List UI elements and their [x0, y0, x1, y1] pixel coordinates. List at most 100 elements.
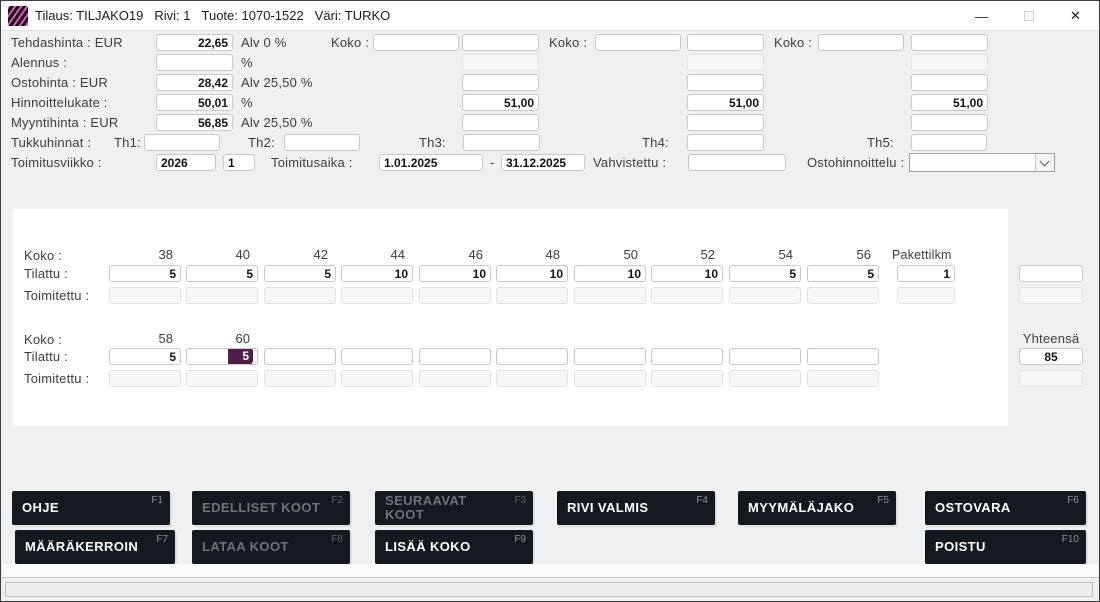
alennus-input[interactable]	[156, 54, 233, 71]
toimitettu-input	[496, 370, 568, 387]
koko-size-input-3[interactable]	[818, 34, 904, 51]
tilattu-input[interactable]	[574, 348, 646, 365]
koko2-price-row5-input[interactable]	[687, 114, 764, 131]
window-title: Tilaus: TILJAKO19 Rivi: 1 Tuote: 1070-15…	[35, 1, 390, 31]
th4-input[interactable]	[687, 134, 764, 151]
combo-arrow-button[interactable]	[1035, 154, 1054, 171]
th5-input[interactable]	[911, 134, 987, 151]
koko1-price-row5-input[interactable]	[462, 114, 539, 131]
tilattu-input[interactable]	[651, 265, 723, 282]
title-row: Rivi: 1	[154, 1, 190, 31]
vahvistettu-input[interactable]	[688, 154, 786, 171]
title-bar: Tilaus: TILJAKO19 Rivi: 1 Tuote: 1070-15…	[1, 1, 1099, 31]
tilattu-input[interactable]	[341, 265, 413, 282]
myymalajako-button[interactable]: MYYMÄLÄJAKO F5	[738, 491, 896, 525]
tilattu-input[interactable]	[496, 348, 568, 365]
hinnoittelukate-input[interactable]	[156, 94, 233, 111]
pakettilkm-label: Pakettilkm	[892, 247, 952, 264]
maarakerroin-button[interactable]: MÄÄRÄKERROIN F7	[15, 530, 175, 564]
ohje-button[interactable]: OHJE F1	[12, 491, 170, 525]
tilattu-input[interactable]	[574, 265, 646, 282]
app-logo-icon	[8, 6, 28, 26]
ostohinta-label: Ostohinta : EUR	[11, 74, 108, 91]
tilattu-input[interactable]	[807, 348, 879, 365]
lisaa-koko-button[interactable]: LISÄÄ KOKO F9	[375, 530, 533, 564]
toimitettu-input	[186, 370, 258, 387]
fkey-label: F2	[331, 495, 343, 506]
myyntihinta-input[interactable]	[156, 114, 233, 131]
tilattu-input[interactable]	[186, 265, 258, 282]
delivery-from-input[interactable]	[379, 154, 483, 171]
fkey-label: F5	[877, 495, 889, 506]
toimitusviikko-label: Toimitusviikko :	[11, 154, 102, 171]
size-header: 54	[729, 247, 801, 262]
button-label: MÄÄRÄKERROIN	[25, 540, 138, 554]
tilattu-input[interactable]	[341, 348, 413, 365]
ostovara-button[interactable]: OSTOVARA F6	[925, 491, 1086, 525]
koko2-price-row1-input[interactable]	[687, 34, 764, 51]
delivery-to-input[interactable]	[501, 154, 585, 171]
toimitettu-row2-label: Toimitettu :	[24, 370, 89, 387]
toimitettu-input	[807, 287, 879, 304]
side-top-input[interactable]	[1019, 265, 1083, 282]
th2-input[interactable]	[284, 134, 360, 151]
fkey-label: F8	[331, 534, 343, 545]
toimitettu-row1-label: Toimitettu :	[24, 287, 89, 304]
rivi-valmis-button[interactable]: RIVI VALMIS F4	[557, 491, 715, 525]
button-label: LATAA KOOT	[202, 540, 289, 554]
button-label: OHJE	[22, 501, 59, 515]
tilattu-input[interactable]	[264, 265, 336, 282]
tilattu-input-selected[interactable]: 5	[186, 348, 258, 365]
maximize-button[interactable]	[1005, 1, 1052, 31]
tilattu-input[interactable]	[729, 348, 801, 365]
tilattu-input[interactable]	[419, 265, 491, 282]
tilattu-input[interactable]	[807, 265, 879, 282]
maximize-icon	[1024, 11, 1034, 21]
ostohinta-input[interactable]	[156, 74, 233, 91]
koko1-price-row1-input[interactable]	[462, 34, 539, 51]
size-header: 52	[651, 247, 723, 262]
minimize-button[interactable]: —	[958, 1, 1005, 31]
koko1-price-row3-input[interactable]	[462, 74, 539, 91]
koko2-price-row3-input[interactable]	[687, 74, 764, 91]
button-label: OSTOVARA	[935, 501, 1011, 515]
tilattu-input[interactable]	[109, 348, 181, 365]
koko3-price-row3-input[interactable]	[911, 74, 988, 91]
tilattu-input[interactable]	[496, 265, 568, 282]
th2-label: Th2:	[248, 134, 275, 151]
delivery-week-input[interactable]	[223, 154, 255, 171]
selected-text: 5	[228, 349, 252, 364]
side-bottom-input	[1019, 370, 1083, 387]
tilattu-input[interactable]	[419, 348, 491, 365]
poistu-button[interactable]: POISTU F10	[925, 530, 1086, 564]
koko-label-1: Koko :	[331, 34, 369, 51]
tilattu-input[interactable]	[651, 348, 723, 365]
window-controls: — ✕	[958, 1, 1099, 31]
ostohinnoittelu-select[interactable]	[909, 153, 1055, 172]
tehdashinta-input[interactable]	[156, 34, 233, 51]
toimitettu-input	[651, 287, 723, 304]
koko-size-input-2[interactable]	[595, 34, 681, 51]
toimitettu-input	[109, 370, 181, 387]
delivery-year-input[interactable]	[156, 154, 216, 171]
toimitettu-input	[807, 370, 879, 387]
koko3-price-row5-input[interactable]	[911, 114, 988, 131]
koko3-kate-input[interactable]	[911, 94, 988, 111]
koko2-kate-input[interactable]	[687, 94, 764, 111]
koko1-kate-input[interactable]	[462, 94, 539, 111]
yhteensa-total-input	[1019, 348, 1083, 365]
tilattu-input[interactable]	[109, 265, 181, 282]
tilattu-input[interactable]	[729, 265, 801, 282]
koko-size-input-1[interactable]	[373, 34, 459, 51]
toimitettu-input	[264, 287, 336, 304]
toimitettu-input	[729, 287, 801, 304]
close-button[interactable]: ✕	[1052, 1, 1099, 31]
th3-input[interactable]	[463, 134, 540, 151]
koko3-price-row1-input[interactable]	[911, 34, 988, 51]
th1-input[interactable]	[144, 134, 220, 151]
size-header: 50	[574, 247, 646, 262]
tilattu-input[interactable]	[264, 348, 336, 365]
paketti-tilattu-input[interactable]	[897, 265, 955, 282]
tilattu-row2-label: Tilattu :	[24, 348, 68, 365]
tilattu-row1-label: Tilattu :	[24, 265, 68, 282]
